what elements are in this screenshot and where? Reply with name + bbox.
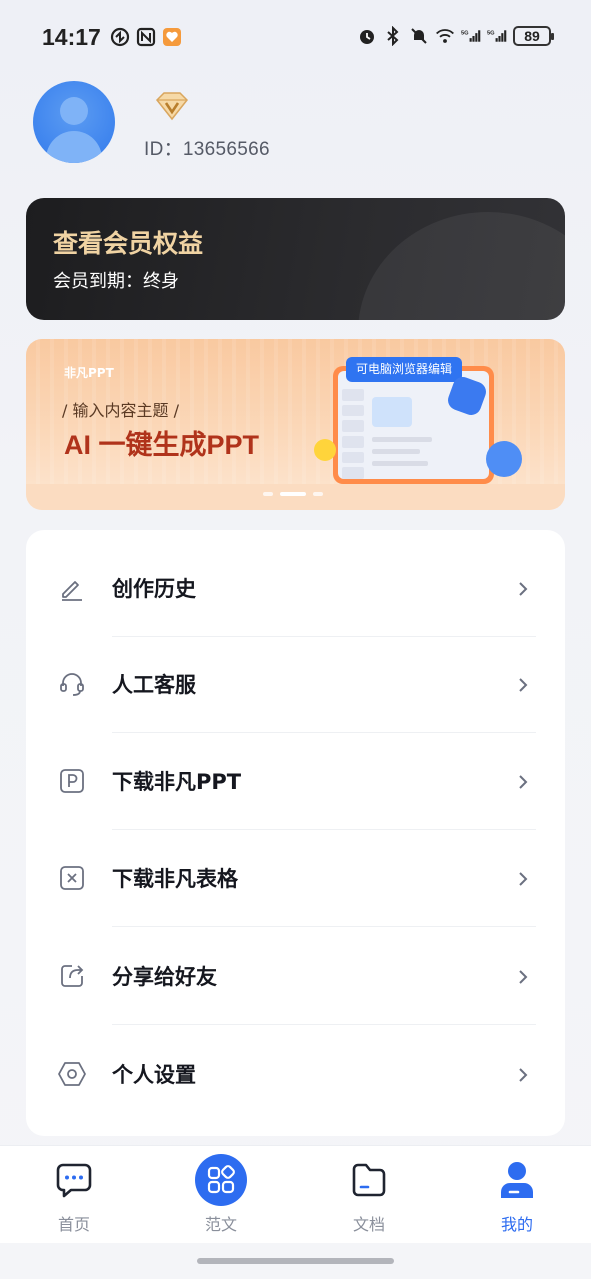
menu-item-share[interactable]: 分享给好友 — [26, 927, 565, 1025]
pencil-icon — [57, 573, 87, 603]
lightbulb-icon — [314, 439, 336, 461]
chevron-right-icon — [516, 677, 530, 692]
svg-text:5G: 5G — [487, 31, 495, 37]
carousel-dot[interactable] — [313, 492, 323, 496]
alarm-icon — [357, 26, 377, 46]
wifi-icon — [435, 26, 455, 46]
tab-label: 首页 — [57, 1215, 90, 1234]
menu-item-label: 个人设置 — [112, 1063, 196, 1087]
x-box-icon — [57, 863, 87, 893]
settings-hexagon-icon — [57, 1059, 87, 1089]
tab-label: 文档 — [352, 1215, 385, 1234]
signal-5g-icon: 5G — [487, 26, 507, 46]
menu-item-label: 创作历史 — [112, 577, 196, 601]
tab-label: 我的 — [500, 1215, 533, 1234]
member-title: 查看会员权益 — [53, 229, 204, 258]
battery-indicator: 89 — [513, 26, 554, 46]
vip-diamond-icon — [154, 90, 190, 122]
carousel-dot[interactable] — [263, 492, 273, 496]
menu-item-label: 下载非凡PPT — [112, 770, 242, 794]
svg-text:5G: 5G — [461, 31, 469, 37]
status-bar: 14:17 5G 5G 89 — [0, 0, 591, 76]
app-n-icon — [136, 27, 156, 47]
chevron-right-icon — [516, 1067, 530, 1082]
tab-templates[interactable]: 范文 — [161, 1146, 281, 1244]
status-left-icons — [110, 27, 182, 47]
tab-home[interactable]: 首页 — [14, 1146, 134, 1244]
carousel-dot-active[interactable] — [280, 492, 306, 496]
home-indicator[interactable] — [197, 1258, 394, 1264]
status-right-icons: 5G 5G 89 — [357, 26, 554, 46]
nfc-icon — [110, 27, 130, 47]
menu-item-label: 人工客服 — [112, 673, 196, 697]
status-time: 14:17 — [42, 24, 101, 50]
banner-brand: 非凡PPT — [64, 366, 114, 380]
chat-bubble-icon — [55, 1162, 93, 1202]
app-heart-icon — [162, 27, 182, 47]
chevron-right-icon — [516, 969, 530, 984]
chevron-right-icon — [516, 774, 530, 789]
tab-documents[interactable]: 文档 — [309, 1146, 429, 1244]
member-card[interactable]: 查看会员权益 会员到期：终身 — [26, 198, 565, 320]
share-icon — [57, 961, 87, 991]
avatar[interactable] — [33, 81, 115, 163]
promo-banner[interactable]: 非凡PPT / 输入内容主题 / AI 一键生成PPT 可电脑浏览器编辑 — [26, 339, 565, 510]
banner-chip: 可电脑浏览器编辑 — [346, 357, 463, 382]
bluetooth-icon — [383, 26, 403, 46]
menu-list: 创作历史 人工客服 下载非凡PPT 下载非凡表格 分享给好友 个人设置 — [26, 530, 565, 1136]
mute-icon — [409, 26, 429, 46]
user-id: ID：13656566 — [144, 139, 270, 160]
menu-item-creation-history[interactable]: 创作历史 — [26, 539, 565, 637]
person-icon — [498, 1160, 536, 1204]
bottom-tab-bar: 首页 范文 文档 我的 — [0, 1145, 591, 1243]
signal-5g-icon: 5G — [461, 26, 481, 46]
member-expiry: 会员到期：终身 — [53, 271, 179, 292]
carousel-dots — [263, 492, 323, 496]
grid-icon — [195, 1154, 247, 1210]
menu-item-customer-service[interactable]: 人工客服 — [26, 635, 565, 733]
menu-item-label: 分享给好友 — [112, 965, 217, 989]
banner-tagline: / 输入内容主题 / — [62, 401, 179, 420]
headset-icon — [57, 669, 87, 699]
chevron-right-icon — [516, 871, 530, 886]
menu-item-download-ppt[interactable]: 下载非凡PPT — [26, 732, 565, 830]
banner-headline: AI 一键生成PPT — [64, 430, 260, 460]
folder-icon — [351, 1162, 387, 1202]
rocket-icon — [486, 441, 522, 477]
p-box-icon — [57, 766, 87, 796]
chevron-right-icon — [516, 581, 530, 596]
menu-item-settings[interactable]: 个人设置 — [26, 1025, 565, 1123]
menu-item-download-sheet[interactable]: 下载非凡表格 — [26, 829, 565, 927]
menu-item-label: 下载非凡表格 — [112, 867, 238, 891]
tab-label: 范文 — [204, 1215, 237, 1234]
tab-mine[interactable]: 我的 — [457, 1146, 577, 1244]
